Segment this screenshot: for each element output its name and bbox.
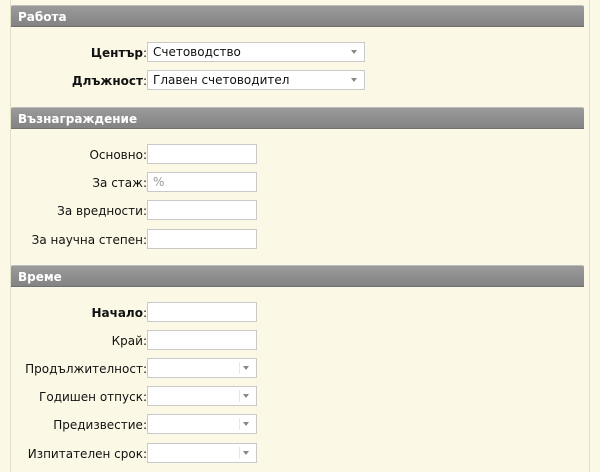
probation-label: Изпитателен срок: bbox=[27, 447, 147, 461]
row-hazard: За вредности: bbox=[11, 200, 584, 222]
end-label: Край: bbox=[111, 334, 147, 348]
section-header-work: Работа bbox=[11, 5, 584, 27]
start-input[interactable] bbox=[147, 302, 257, 322]
end-input[interactable] bbox=[147, 330, 257, 350]
seniority-input[interactable]: % bbox=[147, 172, 257, 192]
hazard-input[interactable] bbox=[147, 200, 257, 220]
notice-label: Предизвестие: bbox=[53, 418, 147, 432]
center-label: Център: bbox=[90, 46, 147, 60]
chevron-down-icon bbox=[243, 451, 249, 455]
basic-label: Основно: bbox=[89, 148, 147, 162]
center-select[interactable]: Счетоводство bbox=[147, 42, 365, 62]
start-label: Начало: bbox=[91, 306, 147, 320]
row-notice: Предизвестие: bbox=[11, 414, 584, 436]
row-degree: За научна степен: bbox=[11, 229, 584, 251]
section-title-work: Работа bbox=[18, 10, 67, 24]
center-select-value: Счетоводство bbox=[153, 45, 241, 59]
select-separator bbox=[239, 447, 240, 459]
hazard-label: За вредности: bbox=[57, 204, 147, 218]
chevron-down-icon bbox=[351, 78, 357, 82]
row-center: Център: Счетоводство bbox=[11, 42, 584, 64]
row-seniority: За стаж: % bbox=[11, 172, 584, 194]
row-basic: Основно: bbox=[11, 144, 584, 166]
degree-label: За научна степен: bbox=[31, 233, 147, 247]
select-separator bbox=[239, 418, 240, 430]
row-position: Длъжност: Главен счетоводител bbox=[11, 70, 584, 92]
seniority-label: За стаж: bbox=[92, 176, 147, 190]
row-leave: Годишен отпуск: bbox=[11, 386, 584, 408]
row-probation: Изпитателен срок: bbox=[11, 443, 584, 465]
chevron-down-icon bbox=[243, 422, 249, 426]
select-separator bbox=[239, 362, 240, 374]
probation-select[interactable] bbox=[147, 443, 257, 463]
section-title-pay: Възнаграждение bbox=[18, 112, 138, 126]
notice-select[interactable] bbox=[147, 414, 257, 434]
chevron-down-icon bbox=[243, 366, 249, 370]
section-header-time: Време bbox=[11, 265, 584, 287]
seniority-placeholder: % bbox=[153, 175, 165, 189]
select-separator bbox=[239, 390, 240, 402]
row-start: Начало: bbox=[11, 302, 584, 324]
chevron-down-icon bbox=[243, 394, 249, 398]
position-select[interactable]: Главен счетоводител bbox=[147, 70, 365, 90]
duration-label: Продължителност: bbox=[25, 362, 147, 376]
section-header-pay: Възнаграждение bbox=[11, 107, 584, 129]
leave-label: Годишен отпуск: bbox=[39, 390, 147, 404]
row-end: Край: bbox=[11, 330, 584, 352]
degree-input[interactable] bbox=[147, 229, 257, 249]
row-duration: Продължителност: bbox=[11, 358, 584, 380]
basic-input[interactable] bbox=[147, 144, 257, 164]
duration-select[interactable] bbox=[147, 358, 257, 378]
position-label: Длъжност: bbox=[71, 74, 147, 88]
chevron-down-icon bbox=[351, 50, 357, 54]
leave-select[interactable] bbox=[147, 386, 257, 406]
position-select-value: Главен счетоводител bbox=[153, 73, 290, 87]
section-title-time: Време bbox=[18, 270, 62, 284]
